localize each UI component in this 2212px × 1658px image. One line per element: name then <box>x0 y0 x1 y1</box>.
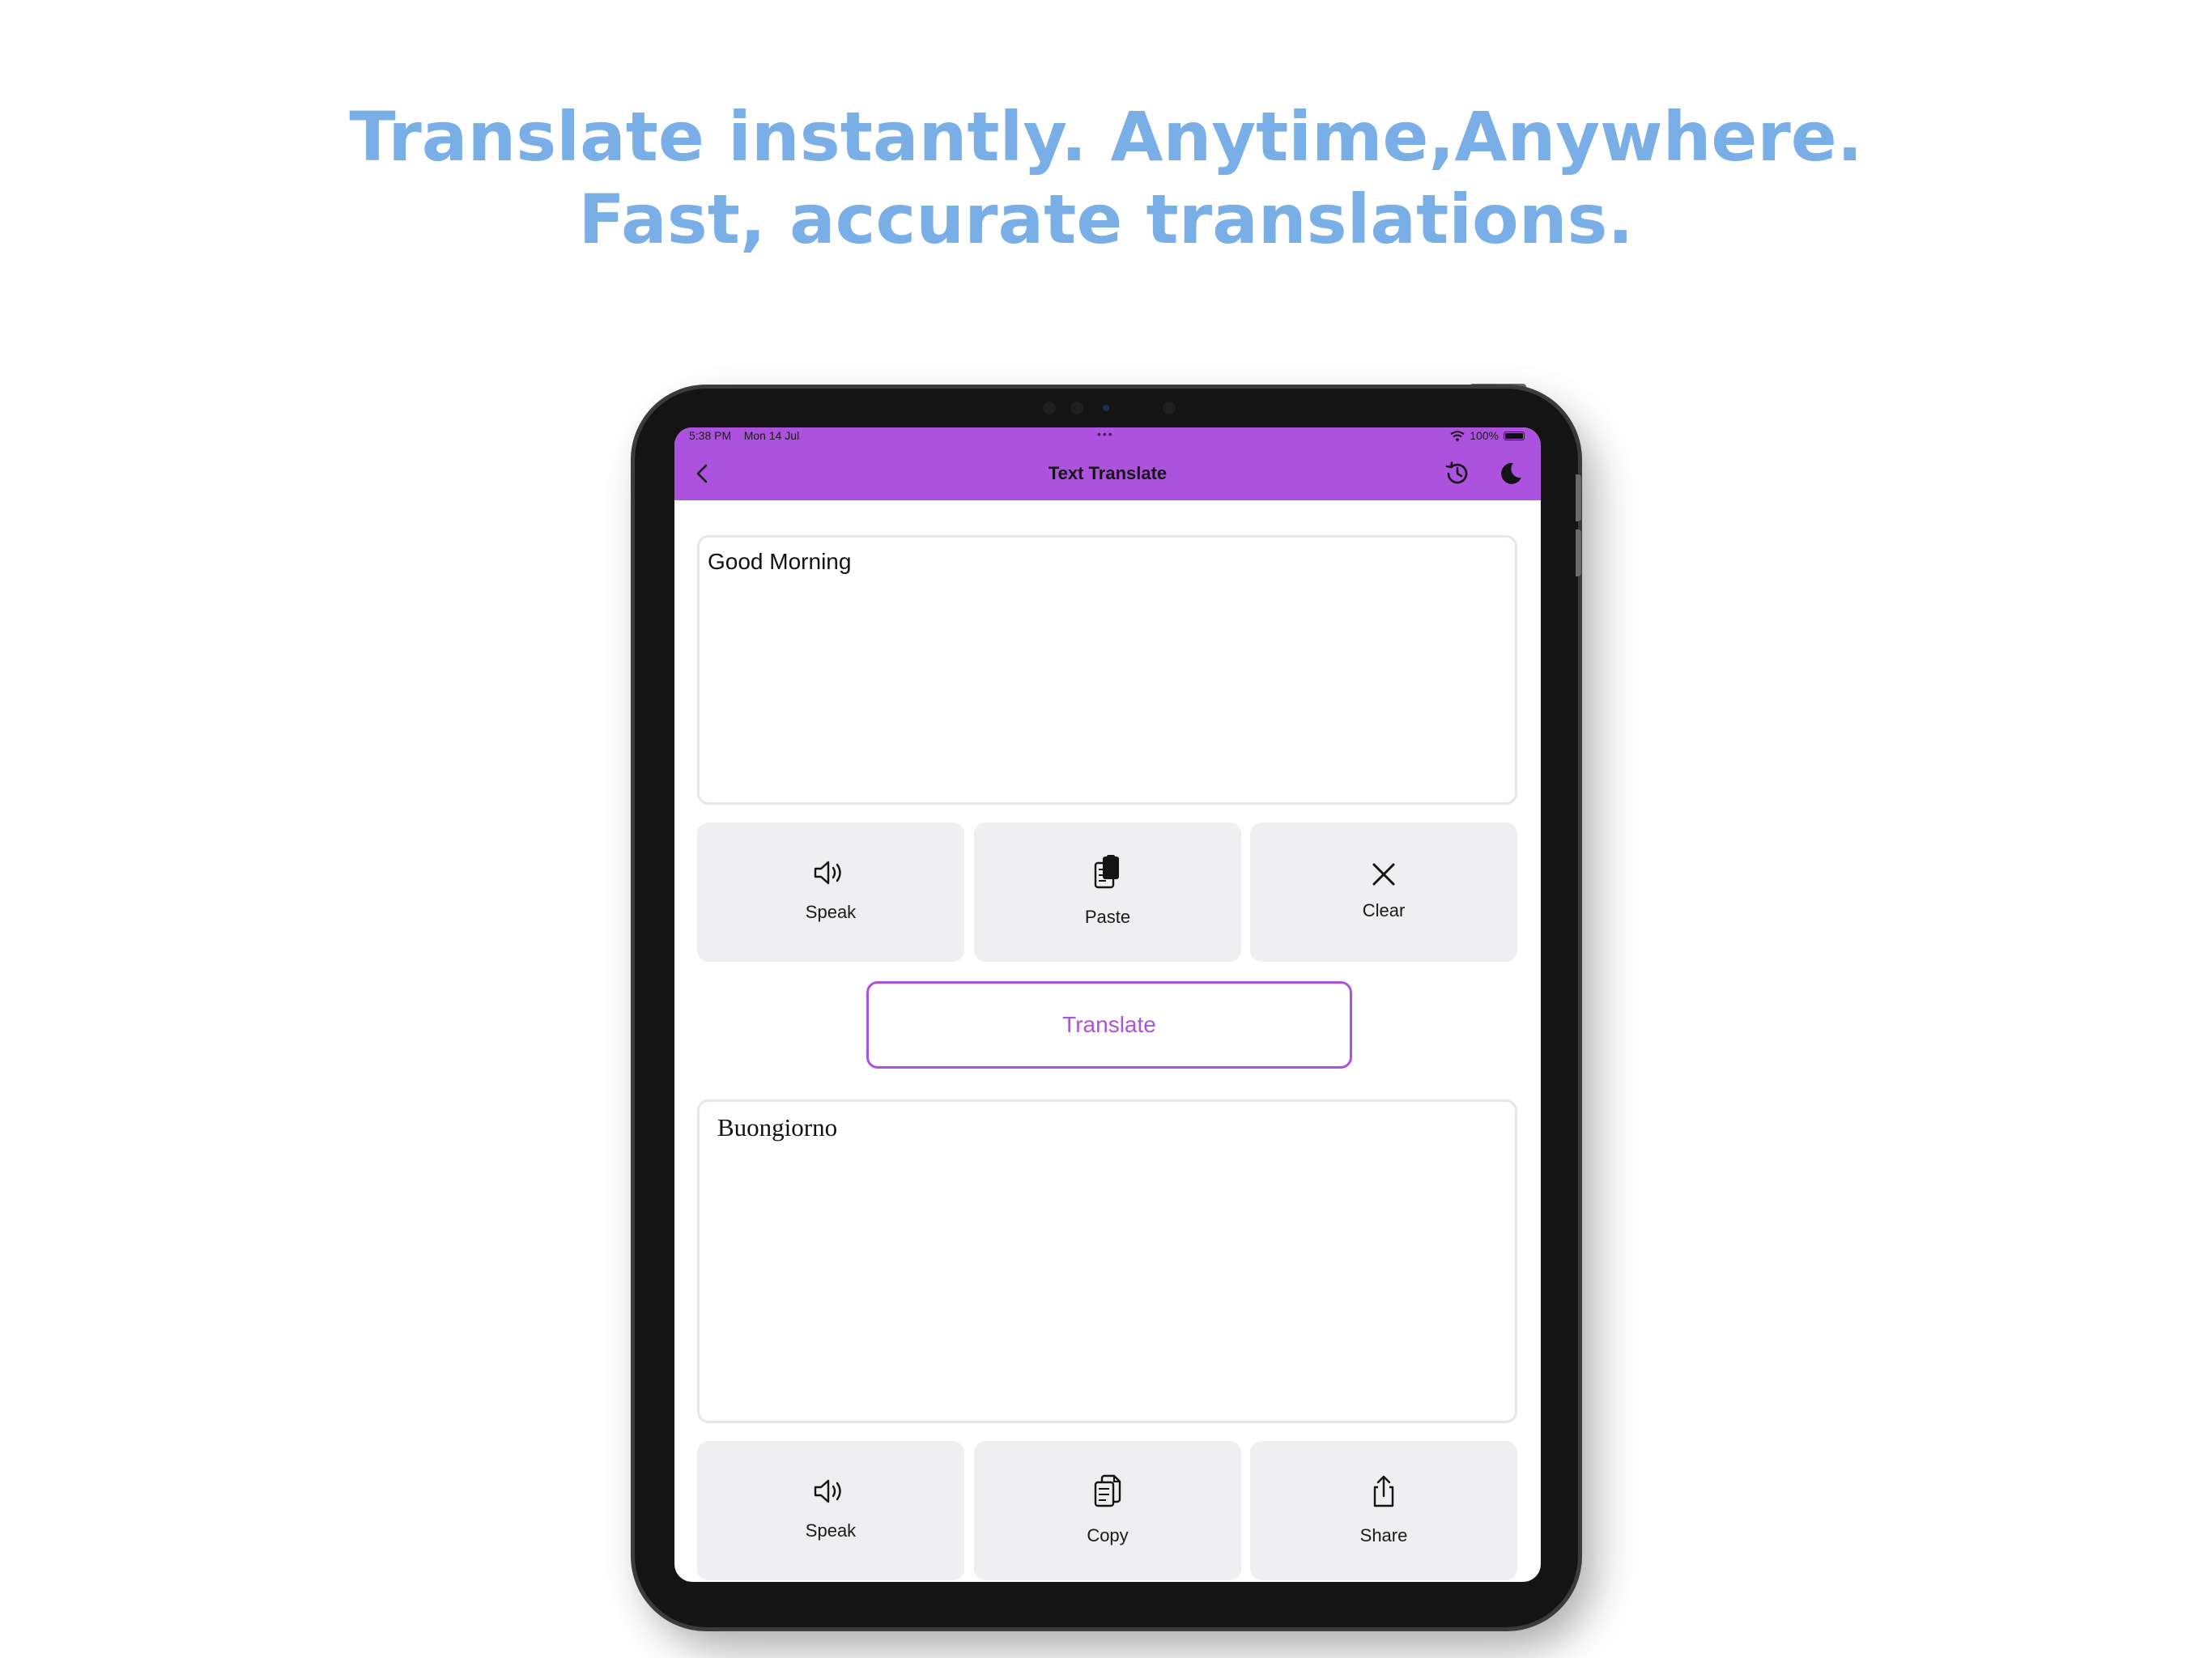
source-text-value: Good Morning <box>708 549 852 574</box>
app-screen: 5:38 PM Mon 14 Jul ••• 100% Text Transla… <box>674 427 1541 1582</box>
translate-button[interactable]: Translate <box>866 981 1352 1069</box>
share-icon <box>1373 1475 1394 1507</box>
share-label: Share <box>1359 1525 1408 1545</box>
translated-text-output[interactable]: Buongiorno <box>697 1099 1517 1423</box>
wifi-icon <box>1450 430 1465 441</box>
navigation-bar: Text Translate <box>674 447 1541 500</box>
multitasking-dots[interactable]: ••• <box>1097 427 1114 440</box>
speak-output-label: Speak <box>805 1520 857 1541</box>
speaker-icon <box>814 861 841 885</box>
translated-text-value: Buongiorno <box>717 1113 838 1141</box>
moon-icon[interactable] <box>1497 460 1525 487</box>
copy-label: Copy <box>1087 1525 1129 1545</box>
source-text-input[interactable]: Good Morning <box>697 535 1517 805</box>
paste-icon <box>1094 855 1119 889</box>
copy-button[interactable]: Copy <box>974 1441 1241 1580</box>
copy-icon <box>1094 1474 1121 1507</box>
clear-label: Clear <box>1362 900 1406 920</box>
battery-percentage: 100% <box>1470 429 1499 442</box>
paste-label: Paste <box>1084 907 1131 927</box>
sensor-dot <box>1043 402 1056 414</box>
headline-line-2: Fast, accurate translations. <box>578 180 1634 259</box>
status-time: 5:38 PM <box>689 429 732 442</box>
speak-input-button[interactable]: Speak <box>697 823 964 962</box>
speaker-icon <box>814 1479 841 1503</box>
speak-input-label: Speak <box>805 902 857 922</box>
camera-lens <box>1103 405 1109 411</box>
status-date: Mon 14 Jul <box>743 429 800 442</box>
status-bar: 5:38 PM Mon 14 Jul ••• 100% <box>674 427 1541 447</box>
close-icon <box>1372 863 1395 886</box>
share-button[interactable]: Share <box>1250 1441 1517 1580</box>
paste-button[interactable]: Paste <box>974 823 1241 962</box>
status-time-date: 5:38 PM Mon 14 Jul <box>689 429 799 442</box>
sensor-dot <box>1163 402 1176 414</box>
speak-output-button[interactable]: Speak <box>697 1441 964 1580</box>
marketing-headline: Translate instantly. Anytime,Anywhere. F… <box>0 96 2212 261</box>
headline-line-1: Translate instantly. Anytime,Anywhere. <box>349 97 1863 176</box>
clear-button[interactable]: Clear <box>1250 823 1517 962</box>
device-volume-down-button <box>1576 529 1581 576</box>
status-indicators: 100% <box>1450 429 1525 442</box>
page-title: Text Translate <box>1048 463 1168 483</box>
device-volume-up-button <box>1576 474 1581 521</box>
sensor-dot <box>1070 402 1083 414</box>
battery-icon <box>1504 431 1525 440</box>
history-icon[interactable] <box>1444 460 1471 487</box>
